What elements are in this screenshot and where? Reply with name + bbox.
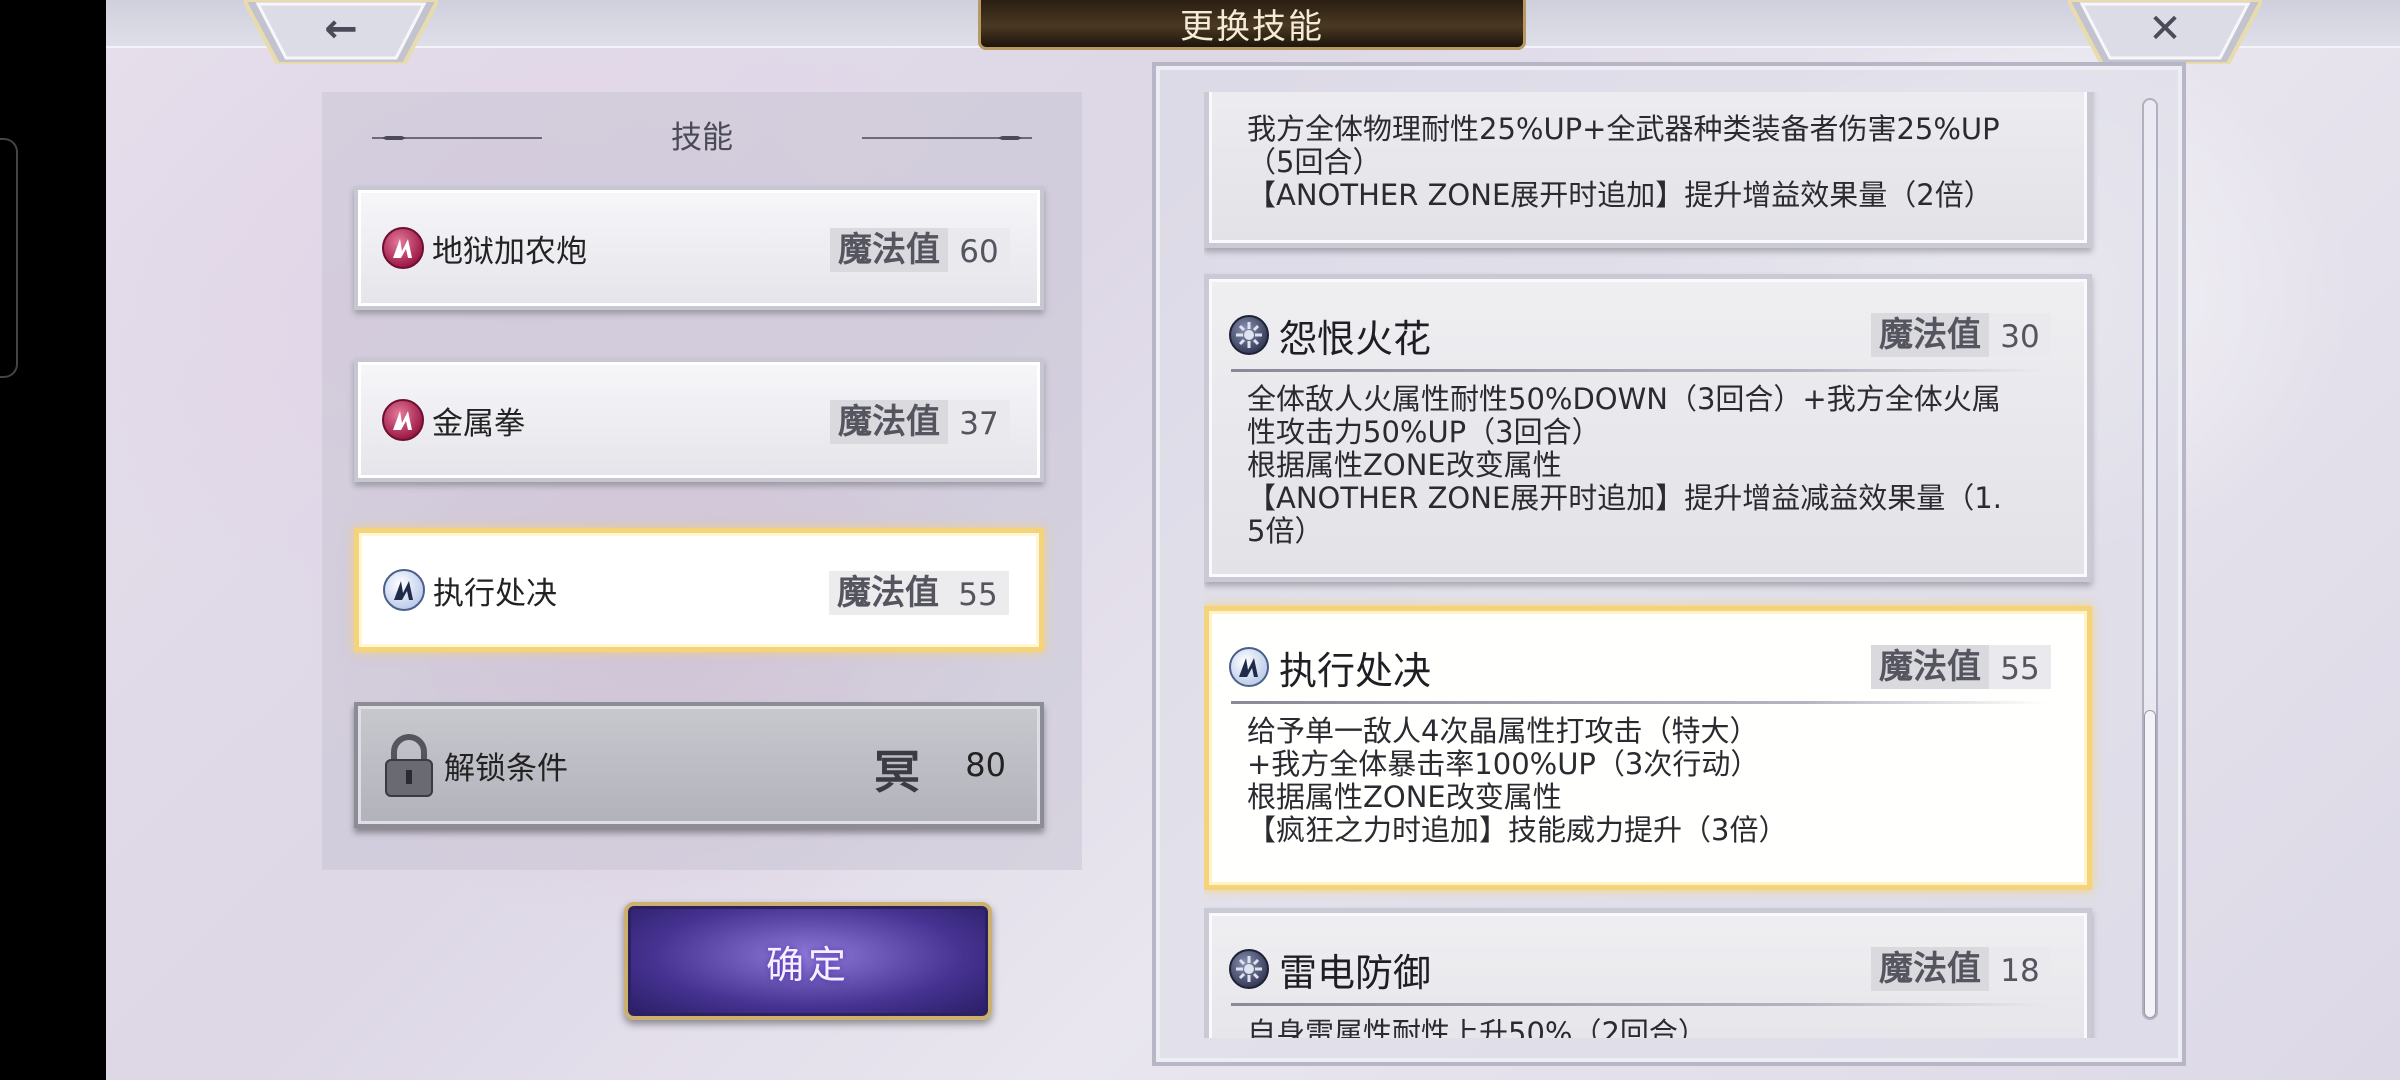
magic-icon — [382, 399, 424, 441]
skill-detail-list[interactable]: 我方全体物理耐性25%UP+全武器种类装备者伤害25%UP （5回合） 【ANO… — [1204, 92, 2202, 1038]
skill-name: 地狱加农炮 — [432, 233, 587, 270]
mp-label: 魔法值 — [830, 400, 948, 444]
mp-value: 55 — [1989, 645, 2051, 689]
unlock-value: 80 — [965, 746, 1006, 784]
mp-label: 魔法值 — [1871, 313, 1989, 357]
mp-value: 37 — [948, 400, 1010, 444]
back-button[interactable]: ← — [244, 0, 438, 64]
mp-label: 魔法值 — [830, 228, 948, 272]
skill-card-1[interactable]: 怨恨火花 魔法值 30 全体敌人火属性耐性50%DOWN（3回合）+我方全体火属… — [1204, 274, 2092, 582]
skill-card-3[interactable]: 雷电防御 魔法值 18 自身雷属性耐性上升50%（2回合） — [1204, 908, 2092, 1038]
desc-line: 根据属性ZONE改变属性 — [1247, 448, 1562, 482]
skill-name: 执行处决 — [433, 575, 557, 612]
desc-line: 【ANOTHER ZONE展开时追加】提升增益减益效果量（1. — [1247, 481, 2002, 515]
mp-value: 30 — [1989, 313, 2051, 357]
mp-cost: 魔法值 55 — [1871, 643, 2051, 691]
scrollbar[interactable] — [2142, 98, 2158, 1020]
card-title: 雷电防御 — [1279, 950, 1432, 995]
skill-card-2-selected[interactable]: 执行处决 魔法值 55 给予单一敌人4次晶属性打攻击（特大） +我方全体暴击率1… — [1204, 606, 2092, 890]
close-button[interactable]: ✕ — [2068, 0, 2262, 64]
panel-header: 技能 — [322, 112, 1082, 156]
card-header: 执行处决 魔法值 55 — [1229, 637, 2067, 697]
device-edge — [0, 138, 18, 378]
mp-value: 60 — [948, 228, 1010, 272]
skill-card-partial[interactable]: 我方全体物理耐性25%UP+全武器种类装备者伤害25%UP （5回合） 【ANO… — [1204, 92, 2092, 248]
confirm-label: 确定 — [765, 942, 850, 987]
magic-icon — [383, 569, 425, 611]
gear-icon — [1229, 315, 1269, 355]
mp-cost: 魔法值 37 — [830, 398, 1010, 446]
desc-line: （5回合） — [1247, 145, 1382, 179]
confirm-button[interactable]: 确定 — [624, 902, 992, 1020]
skill-slot-locked[interactable]: 解锁条件 冥 80 — [354, 702, 1044, 828]
back-arrow-icon: ← — [324, 6, 358, 52]
game-screen: ← ✕ 更换技能 技能 地狱加农炮 魔法值 60 金属拳 魔法值 37 执行处决… — [106, 0, 2400, 1080]
mp-cost: 魔法值 60 — [830, 226, 1010, 274]
unlock-rank-icon: 冥 — [874, 745, 920, 799]
magic-icon — [382, 227, 424, 269]
card-description: 自身雷属性耐性上升50%（2回合） — [1247, 1016, 2047, 1039]
desc-line: 性攻击力50%UP（3回合） — [1247, 415, 1601, 449]
gear-icon — [1229, 949, 1269, 989]
skill-slot-1[interactable]: 地狱加农炮 魔法值 60 — [354, 186, 1044, 310]
mp-cost: 魔法值 18 — [1871, 945, 2051, 993]
divider — [1231, 701, 2047, 704]
lock-icon — [382, 732, 436, 798]
card-header: 怨恨火花 魔法值 30 — [1229, 305, 2067, 365]
mp-label: 魔法值 — [1871, 947, 1989, 991]
title-plate: 更换技能 — [978, 0, 1526, 50]
mp-cost: 魔法值 30 — [1871, 311, 2051, 359]
desc-line: 根据属性ZONE改变属性 — [1247, 780, 1562, 814]
card-title: 执行处决 — [1279, 648, 1432, 693]
scrollbar-thumb[interactable] — [2144, 710, 2156, 1018]
unlock-condition-label: 解锁条件 — [444, 750, 568, 787]
skill-slot-3-selected[interactable]: 执行处决 魔法值 55 — [354, 528, 1044, 652]
card-header: 雷电防御 魔法值 18 — [1229, 939, 2067, 999]
mp-value: 55 — [947, 571, 1009, 615]
desc-line: 给予单一敌人4次晶属性打攻击（特大） — [1247, 714, 1759, 748]
desc-line: 【疯狂之力时追加】技能威力提升（3倍） — [1247, 813, 1788, 847]
card-title: 怨恨火花 — [1279, 316, 1432, 361]
skill-slot-2[interactable]: 金属拳 魔法值 37 — [354, 358, 1044, 482]
mp-label: 魔法值 — [829, 571, 947, 615]
close-icon: ✕ — [2148, 6, 2182, 52]
magic-icon — [1229, 647, 1269, 687]
card-description: 全体敌人火属性耐性50%DOWN（3回合）+我方全体火属 性攻击力50%UP（3… — [1247, 383, 2047, 548]
card-description: 给予单一敌人4次晶属性打攻击（特大） +我方全体暴击率100%UP（3次行动） … — [1247, 715, 2047, 847]
desc-line: 5倍） — [1247, 514, 1324, 548]
panel-heading: 技能 — [671, 120, 733, 156]
desc-line: 自身雷属性耐性上升50%（2回合） — [1247, 1016, 1707, 1039]
divider — [1231, 369, 2047, 372]
desc-line: 【ANOTHER ZONE展开时追加】提升增益效果量（2倍） — [1247, 178, 1993, 212]
desc-line: 全体敌人火属性耐性50%DOWN（3回合）+我方全体火属 — [1247, 382, 2001, 416]
mp-value: 18 — [1989, 947, 2051, 991]
mp-cost: 魔法值 55 — [829, 569, 1009, 617]
skill-name: 金属拳 — [432, 405, 525, 442]
skill-list-panel: 技能 地狱加农炮 魔法值 60 金属拳 魔法值 37 执行处决 魔法值 55 解… — [322, 92, 1082, 870]
card-description: 我方全体物理耐性25%UP+全武器种类装备者伤害25%UP （5回合） 【ANO… — [1247, 113, 2047, 212]
desc-line: 我方全体物理耐性25%UP+全武器种类装备者伤害25%UP — [1247, 112, 2000, 146]
page-title: 更换技能 — [1180, 7, 1324, 47]
desc-line: +我方全体暴击率100%UP（3次行动） — [1247, 747, 1760, 781]
divider — [1231, 1003, 2047, 1006]
mp-label: 魔法值 — [1871, 645, 1989, 689]
